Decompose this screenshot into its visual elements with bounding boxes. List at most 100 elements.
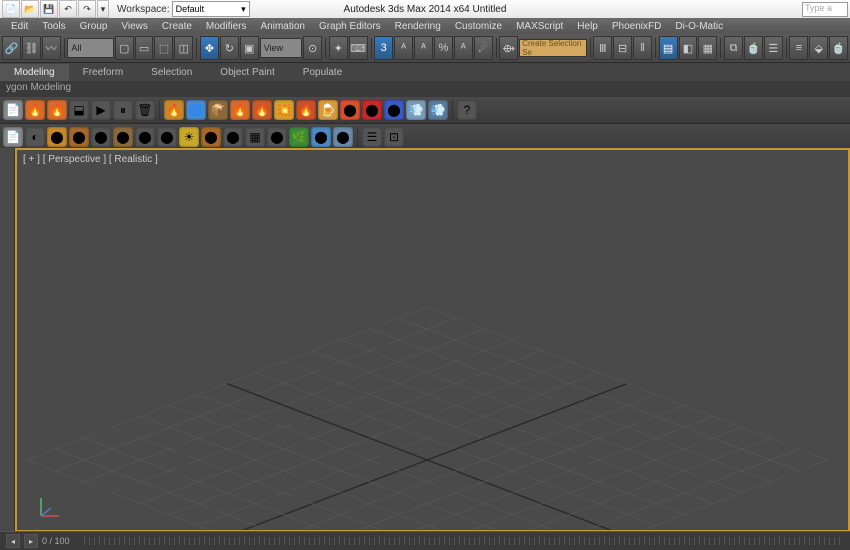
timeline-prev-icon[interactable]: ◂: [6, 534, 20, 548]
menu-modifiers[interactable]: Modifiers: [199, 21, 254, 32]
plugin-icon[interactable]: ◐: [25, 127, 45, 147]
angle-snap-icon[interactable]: ᴬ: [394, 36, 413, 60]
create-selection-set[interactable]: Create Selection Se: [519, 39, 586, 57]
plugin-icon[interactable]: 💨: [428, 100, 448, 120]
select-scale-icon[interactable]: ▣: [240, 36, 259, 60]
menu-animation[interactable]: Animation: [253, 21, 311, 32]
render-frame-icon[interactable]: ☰: [764, 36, 783, 60]
menu-edit[interactable]: Edit: [4, 21, 35, 32]
bind-space-warp-icon[interactable]: 〰: [42, 36, 61, 60]
plugin-icon[interactable]: 💥: [274, 100, 294, 120]
plugin-icon[interactable]: ⏸: [113, 100, 133, 120]
tab-freeform[interactable]: Freeform: [69, 64, 138, 81]
curve-editor-icon[interactable]: ◧: [679, 36, 698, 60]
plugin-icon[interactable]: ⬤: [340, 100, 360, 120]
tab-object-paint[interactable]: Object Paint: [206, 64, 288, 81]
select-move-icon[interactable]: ✥: [200, 36, 219, 60]
plugin-icon[interactable]: ☰: [362, 127, 382, 147]
plugin-icon[interactable]: 💨: [406, 100, 426, 120]
snap-icon[interactable]: ᴬ: [454, 36, 473, 60]
plugin-icon[interactable]: ⬤: [69, 127, 89, 147]
plugin-icon[interactable]: ⬤: [91, 127, 111, 147]
workspace-selector[interactable]: Default▾: [172, 1, 250, 17]
plugin-icon[interactable]: 📦: [208, 100, 228, 120]
plugin-icon[interactable]: ⬤: [311, 127, 331, 147]
plugin-icon[interactable]: ▦: [245, 127, 265, 147]
plugin-icon[interactable]: ⬤: [157, 127, 177, 147]
percent-snap-icon[interactable]: ᴬ: [414, 36, 433, 60]
plugin-icon[interactable]: 🔥: [47, 100, 67, 120]
plugin-icon[interactable]: 🌀: [186, 100, 206, 120]
plugin-icon[interactable]: 🔥: [230, 100, 250, 120]
window-crossing-icon[interactable]: ◫: [174, 36, 193, 60]
plugin-icon[interactable]: 🔥: [252, 100, 272, 120]
plugin-icon[interactable]: 🌿: [289, 127, 309, 147]
plugin-icon[interactable]: ▶: [91, 100, 111, 120]
plugin-icon[interactable]: ⬤: [267, 127, 287, 147]
plugin-icon[interactable]: ⬤: [333, 127, 353, 147]
perspective-viewport[interactable]: [ + ] [ Perspective ] [ Realistic ]: [15, 148, 850, 532]
qat-dropdown-icon[interactable]: ▾: [97, 0, 109, 18]
mirror-icon[interactable]: Ⅲ: [593, 36, 612, 60]
tab-populate[interactable]: Populate: [289, 64, 356, 81]
extra2-icon[interactable]: ⬙: [809, 36, 828, 60]
plugin-icon[interactable]: ⬤: [223, 127, 243, 147]
selection-filter[interactable]: All: [67, 38, 113, 58]
unlink-icon[interactable]: ⛓: [22, 36, 41, 60]
undo-icon[interactable]: ↶: [59, 0, 77, 18]
tab-selection[interactable]: Selection: [137, 64, 206, 81]
menu-graph editors[interactable]: Graph Editors: [312, 21, 388, 32]
menu-customize[interactable]: Customize: [448, 21, 509, 32]
new-file-icon[interactable]: 📄: [2, 0, 20, 18]
plugin-icon[interactable]: 🍺: [318, 100, 338, 120]
material-editor-icon[interactable]: ⧉: [724, 36, 743, 60]
menu-tools[interactable]: Tools: [35, 21, 72, 32]
extra1-icon[interactable]: ≡: [789, 36, 808, 60]
plugin-icon[interactable]: 🔥: [164, 100, 184, 120]
spinner-snap-icon[interactable]: %: [434, 36, 453, 60]
schematic-icon[interactable]: ▦: [698, 36, 717, 60]
plugin-icon[interactable]: ⬓: [69, 100, 89, 120]
plugin-icon[interactable]: ⬤: [362, 100, 382, 120]
open-file-icon[interactable]: 📂: [21, 0, 39, 18]
select-region-icon[interactable]: ⬚: [154, 36, 173, 60]
select-link-icon[interactable]: 🔗: [2, 36, 21, 60]
plugin-icon[interactable]: 📄: [3, 100, 23, 120]
keyboard-shortcut-icon[interactable]: ⌨: [349, 36, 368, 60]
redo-icon[interactable]: ↷: [78, 0, 96, 18]
plugin-icon[interactable]: ⬤: [113, 127, 133, 147]
tab-modeling[interactable]: Modeling: [0, 64, 69, 81]
menu-views[interactable]: Views: [114, 21, 155, 32]
plugin-icon[interactable]: 🔥: [25, 100, 45, 120]
plugin-icon[interactable]: ?: [457, 100, 477, 120]
snap-toggle-icon[interactable]: 3: [374, 36, 393, 60]
plugin-icon[interactable]: 🗑: [135, 100, 155, 120]
menu-group[interactable]: Group: [73, 21, 115, 32]
render-icon[interactable]: 🍵: [829, 36, 848, 60]
menu-rendering[interactable]: Rendering: [388, 21, 448, 32]
select-rotate-icon[interactable]: ↻: [220, 36, 239, 60]
timeline-track[interactable]: [84, 537, 844, 545]
select-object-icon[interactable]: ▢: [115, 36, 134, 60]
select-manipulate-icon[interactable]: ✦: [329, 36, 348, 60]
timeline-next-icon[interactable]: ▸: [24, 534, 38, 548]
named-sel-icon[interactable]: ⟴: [499, 36, 518, 60]
plugin-icon[interactable]: 📄: [3, 127, 23, 147]
menu-help[interactable]: Help: [570, 21, 605, 32]
menu-maxscript[interactable]: MAXScript: [509, 21, 570, 32]
align2-icon[interactable]: ‖: [633, 36, 652, 60]
render-setup-icon[interactable]: 🍵: [744, 36, 763, 60]
plugin-icon[interactable]: ⬤: [201, 127, 221, 147]
select-name-icon[interactable]: ▭: [135, 36, 154, 60]
save-file-icon[interactable]: 💾: [40, 0, 58, 18]
plugin-icon[interactable]: ⬤: [47, 127, 67, 147]
type-keyword-input[interactable]: Type a: [802, 2, 848, 17]
plugin-icon[interactable]: 🔥: [296, 100, 316, 120]
menu-di-o-matic[interactable]: Di-O-Matic: [668, 21, 730, 32]
ref-coord-system[interactable]: View: [260, 38, 303, 58]
plugin-icon[interactable]: ⬤: [135, 127, 155, 147]
plugin-icon[interactable]: ⬤: [384, 100, 404, 120]
plugin-icon[interactable]: ☀: [179, 127, 199, 147]
plugin-icon[interactable]: ⊡: [384, 127, 404, 147]
align-icon[interactable]: ⊟: [613, 36, 632, 60]
